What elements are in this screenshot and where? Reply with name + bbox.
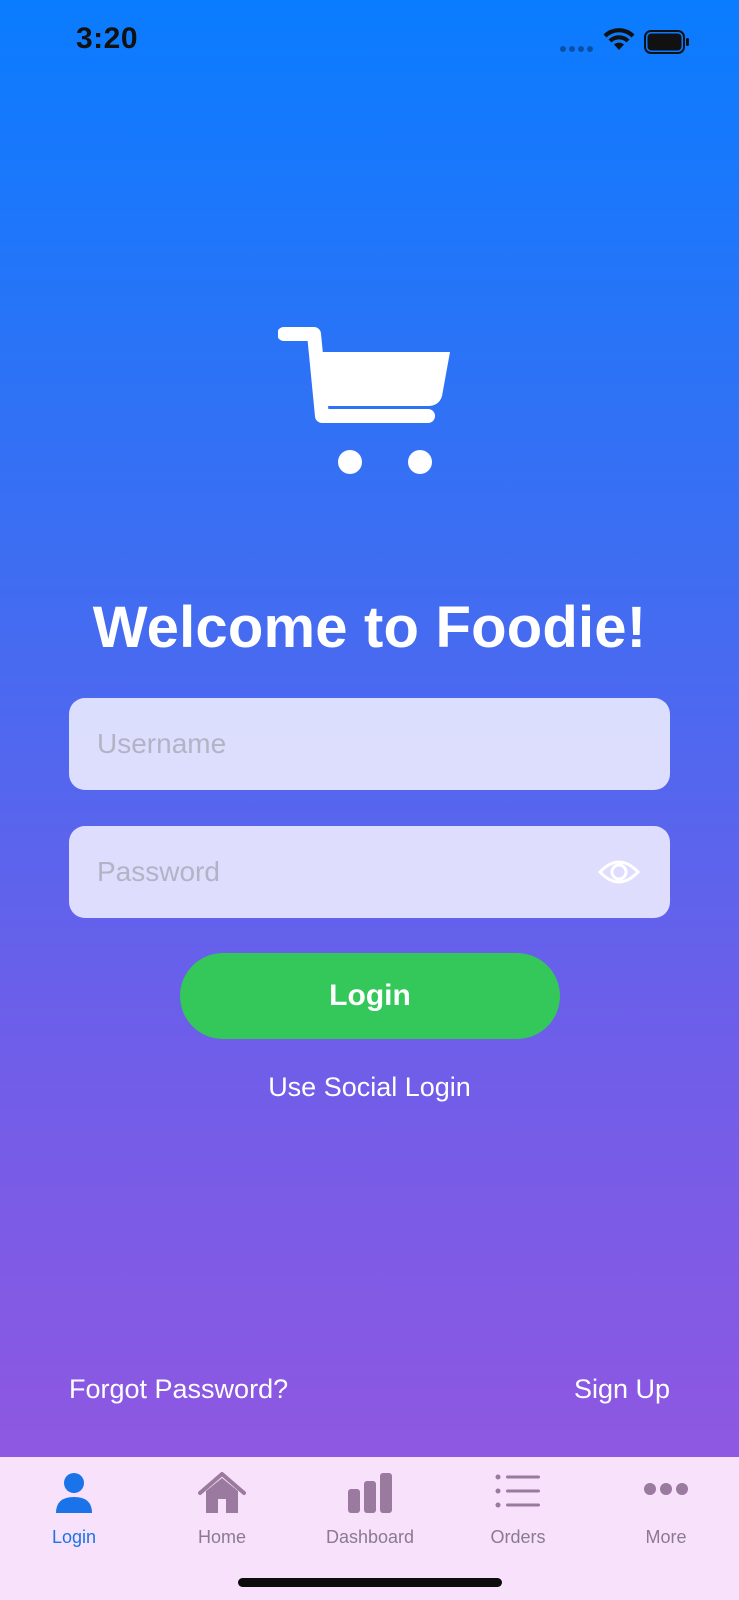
sign-up-link[interactable]: Sign Up — [574, 1374, 670, 1405]
tab-more[interactable]: More — [592, 1457, 739, 1557]
status-bar: 3:20 — [0, 0, 739, 84]
tab-label-more: More — [645, 1527, 687, 1547]
tab-login[interactable]: Login — [0, 1457, 148, 1557]
ellipsis-icon — [644, 1483, 688, 1495]
username-field[interactable] — [69, 698, 670, 790]
password-input[interactable] — [97, 826, 577, 918]
home-indicator — [238, 1578, 502, 1587]
tab-label-orders: Orders — [490, 1527, 546, 1547]
forgot-password-link[interactable]: Forgot Password? — [69, 1374, 288, 1405]
shopping-cart-icon — [278, 327, 450, 474]
wifi-icon — [603, 28, 635, 50]
tab-label-login: Login — [51, 1527, 97, 1547]
tab-dashboard[interactable]: Dashboard — [296, 1457, 444, 1557]
login-screen: 3:20 Welcome to Foodie! Login Use — [0, 0, 739, 1600]
person-icon — [56, 1473, 92, 1513]
tab-label-dashboard: Dashboard — [325, 1527, 415, 1547]
username-input[interactable] — [97, 698, 577, 790]
eye-icon[interactable] — [598, 854, 640, 890]
tab-bar: Login Home Dashboard Orders More — [0, 1457, 739, 1600]
login-button[interactable]: Login — [180, 953, 560, 1039]
tab-label-home: Home — [197, 1527, 246, 1547]
tab-orders[interactable]: Orders — [444, 1457, 592, 1557]
house-icon — [198, 1472, 246, 1513]
welcome-title: Welcome to Foodie! — [92, 595, 647, 660]
status-time: 3:20 — [76, 22, 139, 55]
social-login-link[interactable]: Use Social Login — [0, 1072, 739, 1103]
battery-icon — [644, 30, 689, 54]
password-field[interactable] — [69, 826, 670, 918]
bar-chart-icon — [348, 1473, 392, 1513]
tab-home[interactable]: Home — [148, 1457, 296, 1557]
cellular-signal-icon — [560, 46, 593, 52]
list-icon — [495, 1474, 540, 1508]
